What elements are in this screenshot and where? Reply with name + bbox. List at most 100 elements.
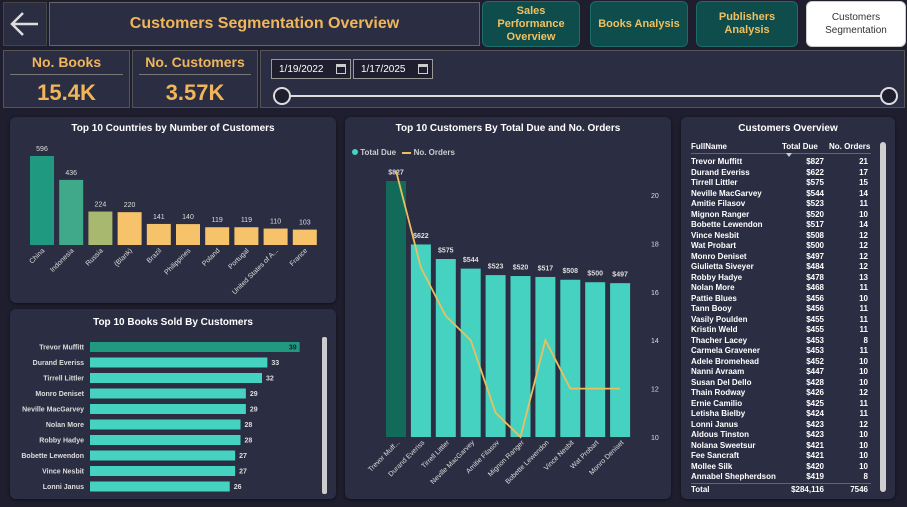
country-bar — [146, 223, 171, 245]
country-bar-value-label: 141 — [153, 214, 165, 221]
nav-publishers-analysis[interactable]: Publishers Analysis — [696, 1, 798, 47]
cell-fullname: Bobette Lewendon — [691, 220, 763, 229]
table-row[interactable]: Durand Everiss $622 17 — [681, 168, 895, 179]
nav-customers-segmentation[interactable]: Customers Segmentation — [806, 1, 906, 47]
col-header-total-due[interactable]: Total Due — [782, 142, 818, 151]
customers-table-panel: Customers Overview FullName Total Due No… — [681, 117, 895, 499]
table-row[interactable]: Mollee Silk $420 10 — [681, 462, 895, 473]
total-due-bar — [585, 282, 606, 437]
table-row[interactable]: Vasily Poulden $455 11 — [681, 315, 895, 326]
y2-tick-label: 16 — [651, 290, 659, 297]
customer-tick-label: Bobette Lewendon — [505, 439, 551, 485]
cell-fullname: Wat Probart — [691, 241, 737, 250]
cell-orders: 11 — [859, 325, 868, 334]
nav-sales-performance[interactable]: Sales Performance Overview — [482, 1, 580, 47]
book-value-label: 32 — [266, 376, 274, 383]
book-bar — [90, 450, 236, 461]
table-row[interactable]: Carmela Gravener $453 11 — [681, 346, 895, 357]
total-due-bar — [435, 259, 456, 437]
table-row[interactable]: Monro Deniset $497 12 — [681, 252, 895, 263]
table-row[interactable]: Annabel Shepherdson $419 8 — [681, 472, 895, 483]
book-category-label: Durand Everiss — [33, 360, 84, 367]
cell-fullname: Mignon Ranger — [691, 209, 750, 219]
table-row[interactable]: Aldous Tinston $423 10 — [681, 430, 895, 441]
country-tick-label: Brazil — [146, 247, 164, 265]
cell-fullname: Robby Hadye — [691, 272, 743, 282]
table-row[interactable]: Amitie Filasov $523 11 — [681, 199, 895, 210]
table-row[interactable]: Letisha Bielby $424 11 — [681, 409, 895, 420]
table-row[interactable]: Giulietta Siveyer $484 12 — [681, 262, 895, 273]
date-range-track[interactable] — [282, 95, 890, 97]
table-row[interactable]: Ernie Camilio $425 11 — [681, 399, 895, 410]
country-bar — [234, 227, 259, 245]
table-row[interactable]: Nolan More $468 11 — [681, 283, 895, 294]
table-row[interactable]: Adele Bromehead $452 10 — [681, 357, 895, 368]
book-category-label: Lonni Janus — [43, 484, 84, 491]
back-button[interactable] — [3, 2, 47, 46]
cell-total-due: $520 — [806, 209, 824, 219]
books-scrollbar[interactable] — [322, 337, 327, 494]
table-row[interactable]: Thacher Lacey $453 8 — [681, 336, 895, 347]
calendar-icon[interactable] — [418, 64, 428, 74]
table-row[interactable]: Mignon Ranger $520 10 — [681, 210, 895, 221]
book-bar — [90, 342, 300, 352]
table-row[interactable]: Nanni Avraam $447 10 — [681, 367, 895, 378]
end-date-input[interactable]: 1/17/2025 — [353, 59, 433, 79]
cell-orders: 13 — [859, 272, 868, 282]
cell-fullname: Monro Deniset — [691, 251, 747, 261]
cell-total-due: $484 — [806, 262, 824, 271]
cell-orders: 11 — [859, 304, 868, 313]
table-row[interactable]: Pattie Blues $456 10 — [681, 294, 895, 305]
range-end-handle[interactable] — [880, 87, 898, 105]
table-row[interactable]: Lonni Janus $423 12 — [681, 420, 895, 431]
table-row[interactable]: Tirrell Littler $575 15 — [681, 178, 895, 189]
book-bar — [90, 404, 246, 414]
table-row[interactable]: Kristin Weld $455 11 — [681, 325, 895, 336]
col-header-orders[interactable]: No. Orders — [829, 142, 870, 151]
table-row[interactable]: Nolana Sweetsur $421 10 — [681, 441, 895, 452]
table-row[interactable]: Bobette Lewendon $517 14 — [681, 220, 895, 231]
book-value-label: 28 — [245, 422, 253, 429]
cell-total-due: $500 — [806, 241, 824, 250]
table-row[interactable]: Susan Del Dello $428 10 — [681, 378, 895, 389]
cell-fullname: Letisha Bielby — [691, 409, 746, 418]
total-due-value-label: $575 — [438, 248, 454, 255]
table-row[interactable]: Thain Rodway $426 12 — [681, 388, 895, 399]
book-value-label: 29 — [250, 407, 258, 414]
cell-total-due: $455 — [806, 325, 824, 334]
cell-total-due: $421 — [806, 440, 824, 450]
customer-tick-label: Neville MacGarvey — [430, 439, 477, 486]
book-value-label: 29 — [250, 391, 258, 398]
cell-fullname: Vasily Poulden — [691, 314, 748, 324]
start-date-input[interactable]: 1/19/2022 — [271, 59, 351, 79]
countries-panel: Top 10 Countries by Number of Customers … — [10, 117, 336, 303]
book-category-label: Monro Deniset — [35, 391, 84, 398]
country-tick-label: Russia — [85, 247, 105, 267]
table-row[interactable]: Vince Nesbit $508 12 — [681, 231, 895, 242]
table-row[interactable]: Trevor Muffitt $827 21 — [681, 157, 895, 168]
cell-total-due: $424 — [806, 409, 824, 418]
cell-fullname: Trevor Muffitt — [691, 157, 743, 166]
table-row[interactable]: Neville MacGarvey $544 14 — [681, 189, 895, 200]
books-chart: Trevor Muffitt 39 Durand Everiss 33 Tirrell … — [21, 342, 300, 492]
table-row[interactable]: Tann Booy $456 11 — [681, 304, 895, 315]
calendar-icon[interactable] — [336, 64, 346, 74]
country-bar — [292, 229, 317, 245]
cell-total-due: $428 — [806, 377, 824, 387]
cell-total-due: $452 — [806, 356, 824, 366]
col-header-fullname[interactable]: FullName — [691, 142, 727, 151]
table-scrollbar[interactable] — [880, 142, 886, 492]
total-due-bar — [610, 283, 631, 437]
table-row[interactable]: Wat Probart $500 12 — [681, 241, 895, 252]
divider — [10, 74, 123, 75]
cell-total-due: $453 — [806, 335, 824, 345]
book-bar — [90, 357, 268, 368]
y2-tick-label: 14 — [651, 338, 659, 345]
table-row[interactable]: Robby Hadye $478 13 — [681, 273, 895, 284]
country-bar-value-label: 119 — [212, 217, 223, 224]
country-bar — [30, 156, 54, 245]
nav-books-analysis[interactable]: Books Analysis — [590, 1, 688, 47]
table-row[interactable]: Fee Sancraft $421 10 — [681, 451, 895, 462]
range-start-handle[interactable] — [273, 87, 291, 105]
cell-fullname: Aldous Tinston — [691, 430, 750, 439]
